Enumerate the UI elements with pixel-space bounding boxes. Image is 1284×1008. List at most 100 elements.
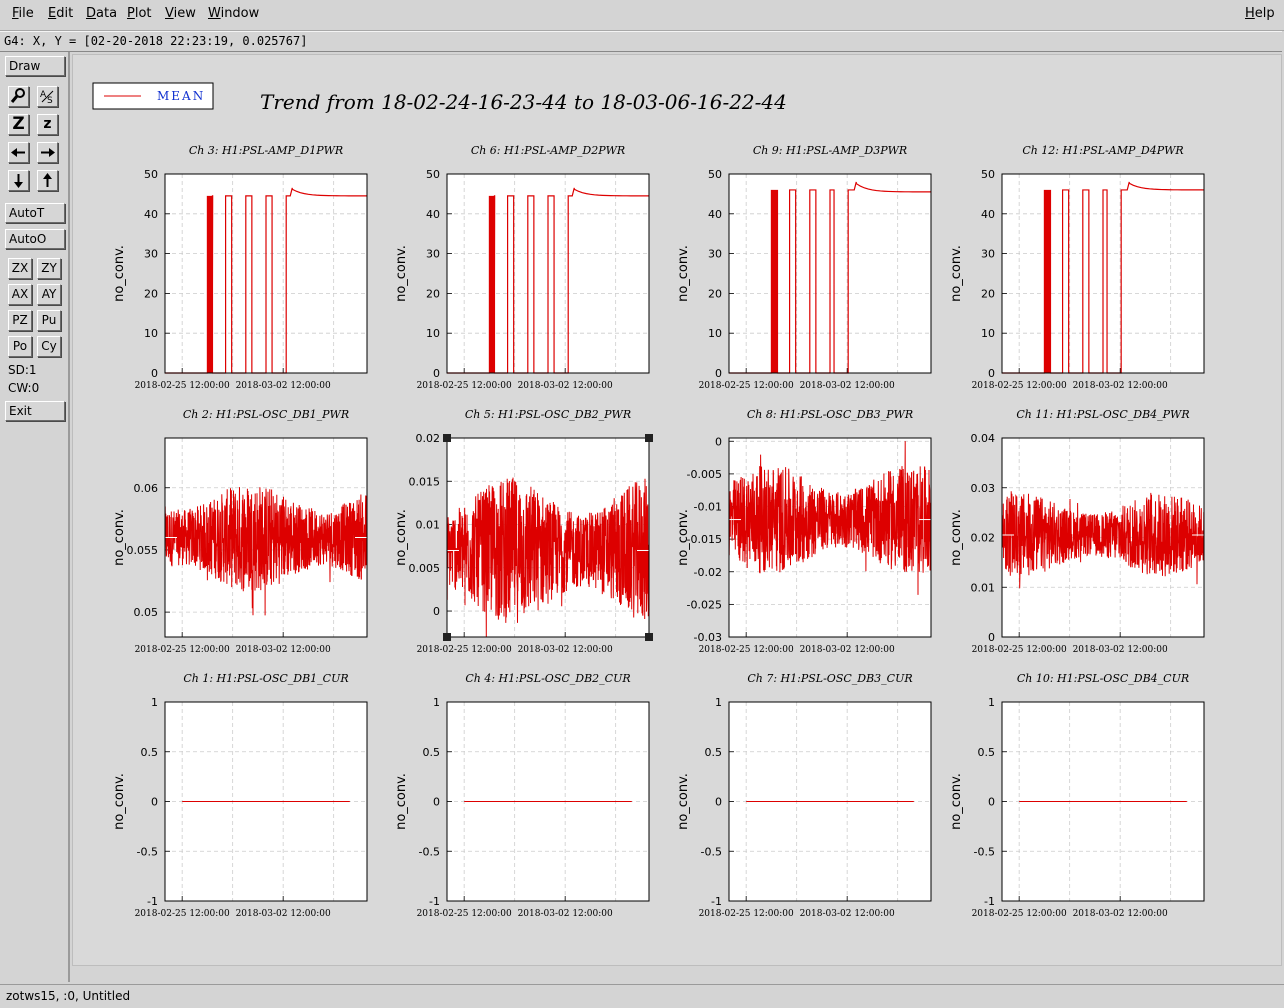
tick-label-y: 0.04 xyxy=(971,432,996,445)
tick-label-x: 2018-03-02 12:00:00 xyxy=(236,645,331,655)
exit-button[interactable]: Exit xyxy=(5,401,65,421)
tick-label-y: 1 xyxy=(988,696,995,709)
tick-label-x: 2018-02-25 12:00:00 xyxy=(972,909,1067,919)
menu-plot[interactable]: Plot xyxy=(127,6,152,21)
tick-label-y: 0 xyxy=(715,796,722,809)
axis-label-y: no_conv. xyxy=(112,245,127,302)
cw-readout: CW:0 xyxy=(8,381,40,395)
arrow-left-icon[interactable] xyxy=(8,142,29,163)
arrow-down-icon[interactable] xyxy=(8,170,29,191)
legend: MEAN xyxy=(92,82,214,110)
axis-label-y: no_conv. xyxy=(112,773,127,830)
coordinate-readout: G4: X, Y = [02-20-2018 22:23:19, 0.02576… xyxy=(4,34,308,48)
tick-label-y: 30 xyxy=(981,248,995,261)
tick-label-x: 2018-03-02 12:00:00 xyxy=(1073,909,1168,919)
tick-label-y: 20 xyxy=(708,287,722,300)
zoom-z-big-icon[interactable]: Z xyxy=(8,114,29,135)
tick-label-y: 40 xyxy=(144,208,158,221)
axis-label-y: no_conv. xyxy=(949,245,964,302)
menu-window[interactable]: Window xyxy=(208,6,259,21)
tick-label-y: 0.02 xyxy=(971,532,996,545)
autot-button[interactable]: AutoT xyxy=(5,203,65,223)
tick-label-y: 0 xyxy=(988,367,995,380)
chart-panel: Ch 5: H1:PSL-OSC_DB2_PWR 0 0.005 0.01 0.015 0… xyxy=(394,408,653,655)
tick-label-y: -1 xyxy=(984,895,995,908)
tick-label-y: 30 xyxy=(708,248,722,261)
tick-label-y: 50 xyxy=(708,168,722,181)
plot-canvas[interactable]: MEAN Trend from 18-02-24-16-23-44 to 18-… xyxy=(73,55,1281,965)
menu-view[interactable]: View xyxy=(165,6,196,21)
tick-label-y: 0.5 xyxy=(423,746,441,759)
tick-label-x: 2018-02-25 12:00:00 xyxy=(699,909,794,919)
tick-label-x: 2018-03-02 12:00:00 xyxy=(236,909,331,919)
tick-label-x: 2018-02-25 12:00:00 xyxy=(699,645,794,655)
tick-label-y: 0.5 xyxy=(705,746,723,759)
tick-label-y: 50 xyxy=(426,168,440,181)
menu-bar: File Edit Data Plot View Window Help xyxy=(0,0,1284,31)
tick-label-y: 0.05 xyxy=(134,606,159,619)
magnify-icon[interactable] xyxy=(8,86,29,107)
zy-button[interactable]: ZY xyxy=(37,258,61,279)
tick-label-y: 30 xyxy=(144,248,158,261)
tick-label-x: 2018-03-02 12:00:00 xyxy=(800,381,895,391)
tick-label-y: -0.01 xyxy=(694,501,722,514)
zoom-z-small-icon[interactable]: z xyxy=(37,114,58,135)
axis-label-y: no_conv. xyxy=(676,509,691,566)
selection-handle xyxy=(443,434,451,442)
text-scale-icon[interactable]: AS xyxy=(37,86,58,107)
chart-panel: Ch 8: H1:PSL-OSC_DB3_PWR -0.03 -0.025 -0.02… xyxy=(676,408,932,655)
tick-label-x: 2018-03-02 12:00:00 xyxy=(518,645,613,655)
po-button[interactable]: Po xyxy=(8,336,32,357)
autoo-button[interactable]: AutoO xyxy=(5,229,65,249)
chart-title: Ch 5: H1:PSL-OSC_DB2_PWR xyxy=(465,408,631,421)
tick-label-x: 2018-02-25 12:00:00 xyxy=(135,909,230,919)
tick-label-y: 0.5 xyxy=(978,746,996,759)
tick-label-y: 0 xyxy=(433,605,440,618)
ax-button[interactable]: AX xyxy=(8,284,32,305)
tick-label-y: -1 xyxy=(711,895,722,908)
tick-label-y: 30 xyxy=(426,248,440,261)
left-toolbar: Draw AS Z z AutoT AutoO ZX ZY AX AY PZ P… xyxy=(0,52,70,982)
tick-label-y: 0 xyxy=(988,631,995,644)
axis-label-y: no_conv. xyxy=(949,773,964,830)
tick-label-y: 0 xyxy=(715,435,722,448)
tick-label-y: -0.5 xyxy=(974,845,995,858)
pu-button[interactable]: Pu xyxy=(37,310,61,331)
axis-label-y: no_conv. xyxy=(676,773,691,830)
tick-label-y: 0 xyxy=(151,796,158,809)
tick-label-y: -1 xyxy=(429,895,440,908)
chart-panel: Ch 3: H1:PSL-AMP_D1PWR 0 10 20 30 40 50 2018-02… xyxy=(112,144,368,391)
arrow-up-icon[interactable] xyxy=(37,170,58,191)
tick-label-y: -0.03 xyxy=(694,631,722,644)
chart-panel: Ch 9: H1:PSL-AMP_D3PWR 0 10 20 30 40 50 2018-02… xyxy=(676,144,932,391)
draw-button[interactable]: Draw xyxy=(5,56,65,76)
tick-label-y: 40 xyxy=(981,208,995,221)
chart-title: Ch 6: H1:PSL-AMP_D2PWR xyxy=(471,144,625,157)
tick-label-y: 10 xyxy=(144,327,158,340)
menu-help[interactable]: Help xyxy=(1245,6,1275,21)
axis-label-y: no_conv. xyxy=(394,773,409,830)
menu-file[interactable]: File xyxy=(12,6,34,21)
cy-button[interactable]: Cy xyxy=(37,336,61,357)
pz-button[interactable]: PZ xyxy=(8,310,32,331)
tick-label-y: 10 xyxy=(981,327,995,340)
menu-edit[interactable]: Edit xyxy=(48,6,73,21)
tick-label-y: 0 xyxy=(988,796,995,809)
chart-title: Ch 7: H1:PSL-OSC_DB3_CUR xyxy=(747,672,912,685)
menu-data[interactable]: Data xyxy=(86,6,117,21)
tick-label-x: 2018-02-25 12:00:00 xyxy=(972,645,1067,655)
tick-label-y: 0.03 xyxy=(971,482,996,495)
axis-label-y: no_conv. xyxy=(394,509,409,566)
coordinate-readout-bar: G4: X, Y = [02-20-2018 22:23:19, 0.02576… xyxy=(0,31,1282,52)
tick-label-x: 2018-02-25 12:00:00 xyxy=(417,381,512,391)
tick-label-y: 0.015 xyxy=(409,475,441,488)
chart-title: Ch 4: H1:PSL-OSC_DB2_CUR xyxy=(465,672,630,685)
tick-label-y: 20 xyxy=(144,287,158,300)
zx-button[interactable]: ZX xyxy=(8,258,32,279)
plot-canvas-frame: MEAN Trend from 18-02-24-16-23-44 to 18-… xyxy=(72,54,1282,966)
chart-title: Ch 12: H1:PSL-AMP_D4PWR xyxy=(1022,144,1183,157)
tick-label-y: 40 xyxy=(708,208,722,221)
arrow-right-icon[interactable] xyxy=(37,142,58,163)
tick-label-y: 10 xyxy=(708,327,722,340)
ay-button[interactable]: AY xyxy=(37,284,61,305)
